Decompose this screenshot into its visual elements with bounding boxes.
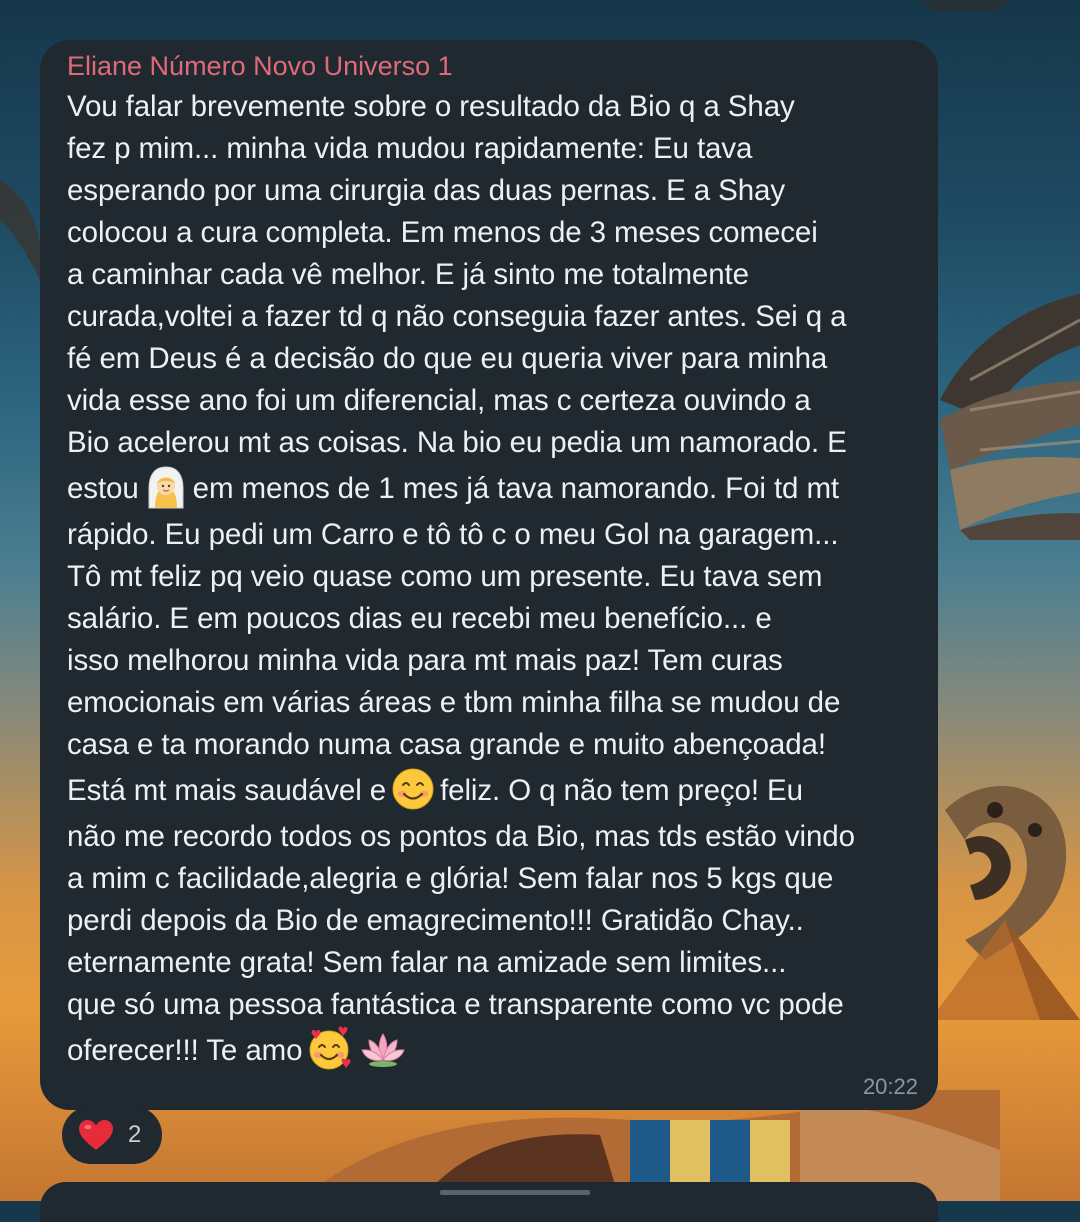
message-line: Vou falar brevemente sobre o resultado d…	[67, 90, 795, 123]
message-line: vida esse ano foi um diferencial, mas c …	[67, 384, 811, 417]
message-line: a mim c facilidade,alegria e glória! Sem…	[67, 862, 834, 895]
message-text: Vou falar brevemente sobre o resultado d…	[67, 86, 912, 1076]
smiling-face-with-hearts-emoji	[306, 1026, 352, 1072]
lotus-emoji	[360, 1026, 406, 1072]
wing-decoration-right	[940, 293, 1080, 540]
message-line: perdi depois da Bio de emagrecimento!!! …	[67, 904, 804, 937]
message-line: fé em Deus é a decisão do que eu queria …	[67, 342, 828, 375]
message-line: não me recordo todos os pontos da Bio, m…	[67, 820, 855, 853]
message-bubble[interactable]: Eliane Número Novo Universo 1 Vou falar …	[40, 40, 938, 1110]
message-line: rápido. Eu pedi um Carro e tô tô c o meu…	[67, 518, 839, 551]
message-text-fragment: em menos de 1 mes já tava namorando. Foi…	[192, 472, 840, 505]
message-line: eternamente grata! Sem falar na amizade …	[67, 946, 787, 979]
message-text-fragment: estou	[67, 472, 139, 505]
reaction-chip[interactable]: 2	[62, 1106, 162, 1164]
message-line-with-emoji: estou em menos de 1 mes já tava namorand…	[67, 464, 912, 514]
message-line: emocionais em várias áreas e tbm minha f…	[67, 686, 841, 719]
message-line: que só uma pessoa fantástica e transpare…	[67, 988, 844, 1021]
message-line: a caminhar cada vê melhor. E já sinto me…	[67, 258, 749, 291]
message-line: Bio acelerou mt as coisas. Na bio eu ped…	[67, 426, 847, 459]
message-line: colocou a cura completa. Em menos de 3 m…	[67, 216, 818, 249]
next-message-preview	[440, 1190, 590, 1195]
message-text-fragment: oferecer!!! Te amo	[67, 1034, 303, 1067]
message-line: isso melhorou minha vida para mt mais pa…	[67, 644, 783, 677]
message-line: Tô mt feliz pq veio quase como um presen…	[67, 560, 823, 593]
reaction-count: 2	[128, 1121, 142, 1148]
heart-icon	[79, 1120, 113, 1150]
woman-with-veil-emoji	[143, 464, 189, 510]
message-timestamp: 20:22	[862, 1074, 918, 1099]
message-text-fragment: feliz. O q não tem preço! Eu	[440, 774, 803, 807]
sender-name[interactable]: Eliane Número Novo Universo 1	[67, 50, 912, 86]
message-line: casa e ta morando numa casa grande e mui…	[67, 728, 826, 761]
message-line: curada,voltei a fazer td q não conseguia…	[67, 300, 847, 333]
message-line-with-emoji: Está mt mais saudável e feliz. O q não t…	[67, 766, 912, 816]
serpent-decoration	[945, 786, 1067, 960]
smiling-face-emoji	[390, 766, 436, 812]
pyramid-decoration	[930, 920, 1080, 1020]
message-line: fez p mim... minha vida mudou rapidament…	[67, 132, 753, 165]
next-message-bubble[interactable]	[40, 1182, 938, 1222]
previous-message-edge	[920, 0, 1010, 12]
message-line: esperando por uma cirurgia das duas pern…	[67, 174, 785, 207]
message-line-with-emoji: oferecer!!! Te amo	[67, 1026, 912, 1076]
message-line: salário. E em poucos dias eu recebi meu …	[67, 602, 772, 635]
message-text-fragment: Está mt mais saudável e	[67, 774, 387, 807]
